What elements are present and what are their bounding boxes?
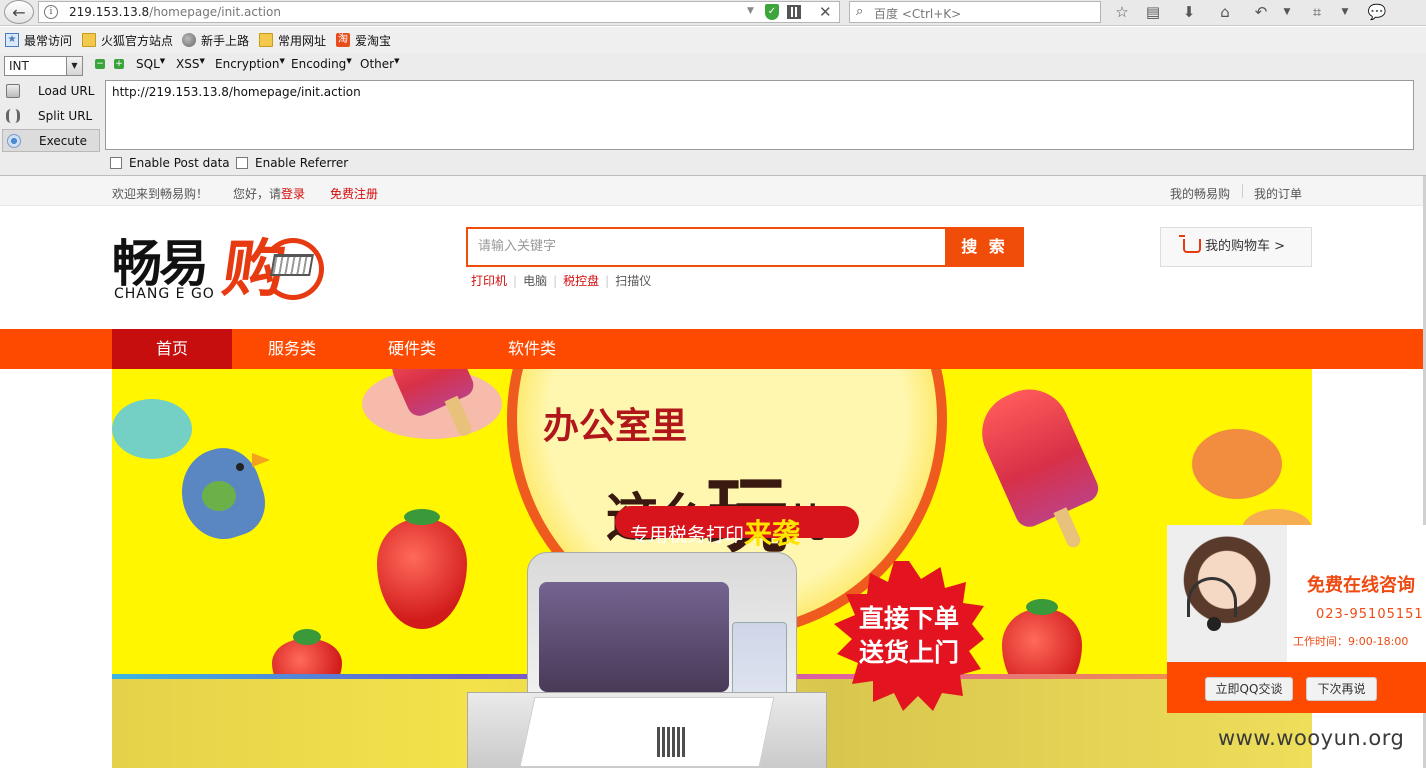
minus-icon[interactable]: − — [95, 59, 105, 69]
bird-illustration — [170, 438, 282, 550]
popsicle-illustration — [969, 376, 1103, 532]
site-search: 请输入关键字 搜 索 — [466, 227, 1024, 267]
home-icon[interactable]: ⌂ — [1214, 2, 1236, 22]
hackbar: INT ▼ − + SQL▼ XSS▼ Encryption▼ Encoding▼… — [0, 53, 1426, 176]
bookmark-firefox-site[interactable]: 火狐官方站点 — [82, 31, 173, 49]
divider — [1242, 184, 1243, 198]
decoration — [1192, 429, 1282, 499]
chevron-down-icon[interactable]: ▼ — [66, 57, 82, 75]
consult-phone: 023-95105151 — [1316, 607, 1424, 622]
bookmark-getting-started[interactable]: 新手上路 — [182, 31, 249, 49]
greeting-text: 您好，请登录 — [233, 187, 306, 201]
hackbar-menu-other[interactable]: Other▼ — [360, 57, 399, 71]
download-icon[interactable]: ⬇ — [1178, 2, 1200, 22]
logo-english: CHANG E GO — [114, 286, 215, 302]
browser-search-placeholder: 百度 <Ctrl+K> — [874, 7, 962, 21]
promo-banner[interactable]: 办公室里 这么玩儿 专用税务打印来袭 直接下单送货上门 — [112, 369, 1312, 768]
split-url-button[interactable]: Split URL — [2, 104, 100, 127]
shopping-cart-icon — [270, 254, 314, 276]
crop-icon[interactable]: ⌗ — [1306, 2, 1328, 22]
hackbar-menu-sql[interactable]: SQL▼ — [136, 57, 165, 71]
register-link[interactable]: 免费注册 — [330, 185, 378, 202]
bookmark-ai-taobao[interactable]: 淘爱淘宝 — [336, 31, 391, 49]
site-search-button[interactable]: 搜 索 — [945, 227, 1024, 267]
strawberry-illustration — [377, 509, 467, 629]
starburst-text: 直接下单 送货上门 — [859, 604, 960, 667]
search-icon: ⌕ — [856, 4, 864, 19]
globe-icon — [182, 33, 196, 47]
back-button[interactable]: ← — [4, 0, 34, 24]
browser-search-input[interactable]: ⌕ 百度 <Ctrl+K> — [849, 1, 1101, 23]
bookmark-most-visited[interactable]: ★ 最常访问 — [5, 31, 72, 49]
execute-button[interactable]: Execute — [2, 129, 100, 152]
hackbar-menu-encryption[interactable]: Encryption▼ — [215, 57, 285, 71]
enable-post-data-checkbox[interactable]: Enable Post data — [110, 156, 230, 170]
cart-icon — [1179, 235, 1201, 253]
online-consult-widget: 免费在线咨询 023-95105151 工作时间：9:00-18:00 立即QQ… — [1167, 525, 1426, 713]
site-top-bar: 欢迎来到畅易购！ 您好，请登录 免费注册 我的畅易购 我的订单 — [0, 176, 1426, 206]
chevron-down-icon[interactable]: ▼ — [1334, 2, 1356, 22]
url-bar[interactable]: i 219.153.13.8/homepage/init.action ▼ ✓ … — [38, 1, 840, 23]
hackbar-url-textarea[interactable]: http://219.153.13.8/homepage/init.action — [105, 80, 1414, 150]
chat-bubble-icon[interactable]: 💬 — [1366, 2, 1388, 22]
site-search-input[interactable]: 请输入关键字 — [466, 227, 946, 267]
welcome-text: 欢迎来到畅易购！ — [112, 187, 209, 201]
plus-icon[interactable]: + — [114, 59, 124, 69]
nav-item-services[interactable]: 服务类 — [232, 329, 352, 369]
most-visited-icon: ★ — [5, 33, 19, 47]
load-url-button[interactable]: Load URL — [2, 79, 100, 102]
qq-chat-button[interactable]: 立即QQ交谈 — [1205, 677, 1293, 701]
my-account-link[interactable]: 我的畅易购 — [1170, 185, 1230, 202]
bookmark-star-icon[interactable]: ☆ — [1111, 2, 1133, 22]
split-url-icon — [6, 108, 20, 123]
hackbar-menu-xss[interactable]: XSS▼ — [176, 57, 205, 71]
banner-pill-text: 专用税务打印来袭 — [630, 517, 801, 550]
nav-item-hardware[interactable]: 硬件类 — [352, 329, 472, 369]
qr-code-icon[interactable] — [787, 5, 801, 19]
url-dropdown-icon[interactable]: ▼ — [747, 6, 754, 16]
bookmark-common-sites[interactable]: 常用网址 — [259, 31, 326, 49]
enable-referrer-checkbox[interactable]: Enable Referrer — [236, 156, 348, 170]
microphone-icon — [1207, 617, 1221, 631]
hot-word-link[interactable]: 税控盘 — [563, 274, 599, 288]
browser-nav-bar: ← i 219.153.13.8/homepage/init.action ▼ … — [0, 0, 1426, 26]
checkbox[interactable] — [236, 157, 248, 169]
main-nav: 首页 服务类 硬件类 软件类 — [0, 329, 1426, 369]
hackbar-menu-encoding[interactable]: Encoding▼ — [291, 57, 352, 71]
execute-icon — [7, 133, 21, 148]
shopping-cart-button[interactable]: 我的购物车 > — [1160, 227, 1312, 267]
folder-icon — [82, 33, 96, 47]
consult-footer: 立即QQ交谈 下次再说 — [1167, 662, 1426, 713]
url-text: 219.153.13.8/homepage/init.action — [69, 5, 281, 19]
watermark: www.wooyun.org — [1218, 726, 1405, 750]
hot-word-link[interactable]: 电脑 — [523, 274, 547, 288]
printer-illustration — [467, 552, 887, 768]
load-url-icon — [6, 83, 20, 98]
chevron-down-icon[interactable]: ▼ — [1276, 2, 1298, 22]
taobao-icon: 淘 — [336, 33, 350, 47]
site-logo[interactable]: 畅易 购 CHANG E GO — [112, 224, 332, 314]
later-button[interactable]: 下次再说 — [1306, 677, 1377, 701]
my-orders-link[interactable]: 我的订单 — [1254, 185, 1302, 202]
hot-search-words: 打印机 | 电脑 | 税控盘 | 扫描仪 — [471, 274, 652, 288]
nav-item-software[interactable]: 软件类 — [472, 329, 592, 369]
hackbar-type-select[interactable]: INT ▼ — [4, 56, 83, 76]
shield-icon[interactable]: ✓ — [765, 4, 779, 20]
reading-list-icon[interactable]: ▤ — [1142, 2, 1164, 22]
checkbox[interactable] — [110, 157, 122, 169]
bookmarks-bar: ★ 最常访问 火狐官方站点 新手上路 常用网址 淘爱淘宝 — [0, 27, 1426, 53]
nav-item-home[interactable]: 首页 — [112, 329, 232, 369]
undo-icon[interactable]: ↶ — [1250, 2, 1272, 22]
close-icon[interactable]: ✕ — [819, 3, 832, 21]
consult-hours: 工作时间：9:00-18:00 — [1293, 635, 1409, 648]
folder-icon — [259, 33, 273, 47]
hot-word-link[interactable]: 扫描仪 — [615, 274, 651, 288]
info-icon[interactable]: i — [44, 5, 58, 19]
back-arrow-icon: ← — [12, 2, 26, 22]
login-link[interactable]: 登录 — [281, 187, 305, 201]
hot-word-link[interactable]: 打印机 — [471, 274, 507, 288]
consult-title: 免费在线咨询 — [1307, 575, 1415, 596]
